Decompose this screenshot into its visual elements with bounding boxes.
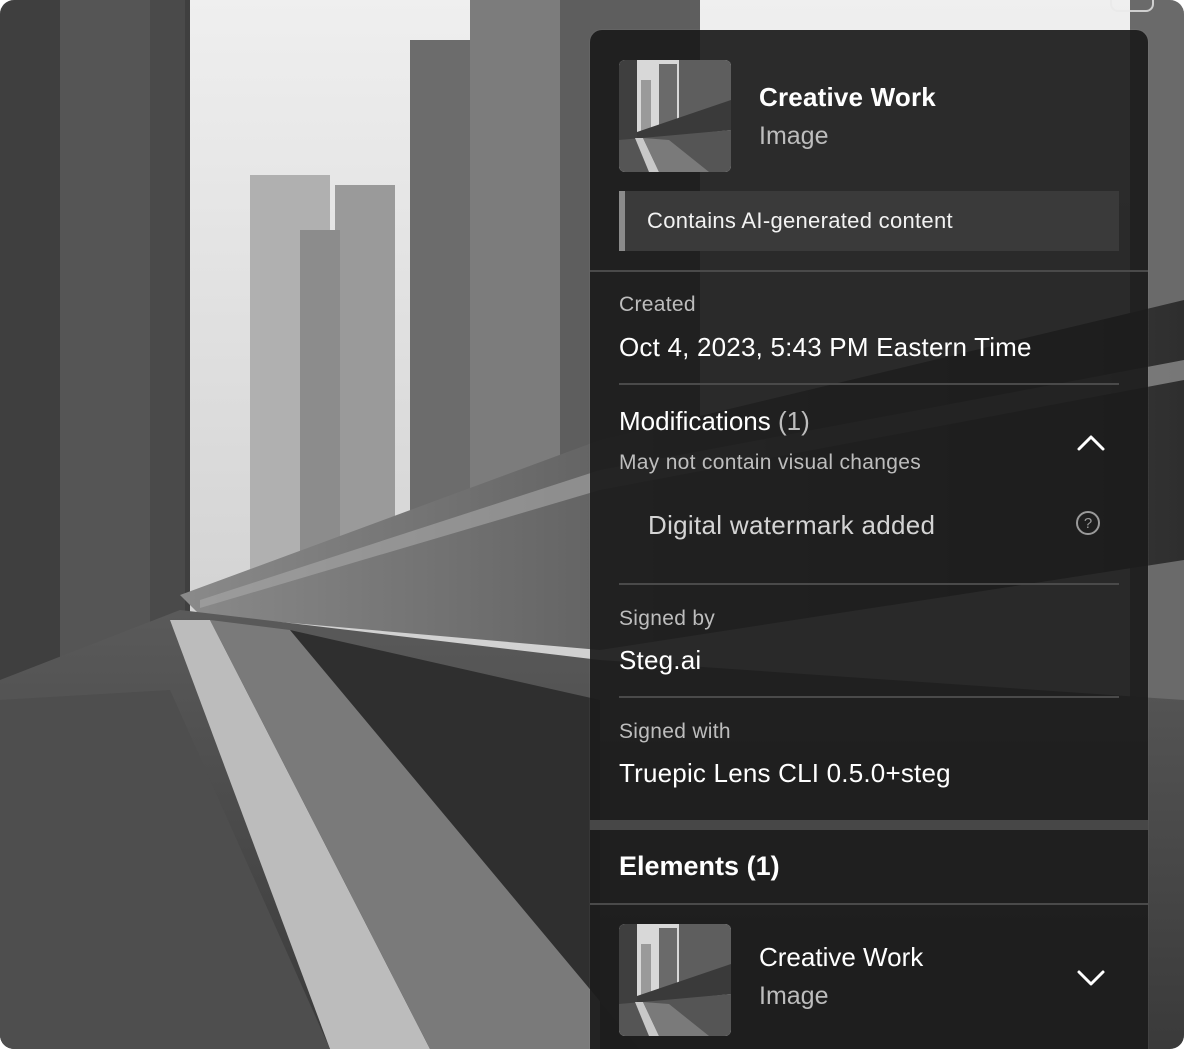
divider — [619, 583, 1119, 585]
asset-type: Image — [759, 122, 829, 150]
modifications-collapse-button[interactable] — [1071, 423, 1111, 463]
elements-heading: Elements (1) — [619, 851, 780, 882]
asset-header: Creative Work Image — [619, 60, 1119, 172]
elements-title: Elements — [619, 851, 740, 881]
asset-thumbnail — [619, 60, 731, 172]
app-window: Creative Work Image Contains AI-generate… — [0, 0, 1184, 1049]
element-title: Creative Work — [759, 942, 924, 972]
signed-with-label: Signed with — [619, 720, 731, 743]
signed-by-value: Steg.ai — [619, 645, 702, 675]
element-type: Image — [759, 982, 829, 1010]
modifications-subtitle: May not contain visual changes — [619, 451, 922, 474]
element-expand-button[interactable] — [1071, 958, 1111, 998]
modifications-title: Modifications — [619, 406, 771, 436]
chevron-up-icon — [1077, 435, 1105, 451]
created-label: Created — [619, 293, 696, 316]
created-value: Oct 4, 2023, 5:43 PM Eastern Time — [619, 332, 1032, 362]
question-circle-icon[interactable]: ? — [1076, 511, 1100, 535]
modifications-count: (1) — [777, 406, 810, 436]
modification-item: Digital watermark added — [648, 510, 936, 540]
element-thumbnail — [619, 924, 731, 1036]
element-item[interactable]: Creative Work Image — [619, 924, 1119, 1036]
asset-title: Creative Work — [759, 82, 936, 112]
ai-content-banner: Contains AI-generated content — [619, 191, 1119, 251]
section-divider — [590, 820, 1148, 830]
divider — [590, 903, 1148, 905]
credentials-panel: Creative Work Image Contains AI-generate… — [590, 30, 1148, 1049]
modifications-heading: Modifications (1) — [619, 406, 810, 437]
window-corner-control — [1110, 0, 1154, 12]
elements-count: (1) — [746, 851, 780, 881]
chevron-down-icon — [1077, 970, 1105, 986]
divider — [619, 383, 1119, 385]
divider — [619, 696, 1119, 698]
divider — [590, 270, 1148, 272]
signed-with-value: Truepic Lens CLI 0.5.0+steg — [619, 758, 951, 788]
signed-by-label: Signed by — [619, 607, 716, 630]
